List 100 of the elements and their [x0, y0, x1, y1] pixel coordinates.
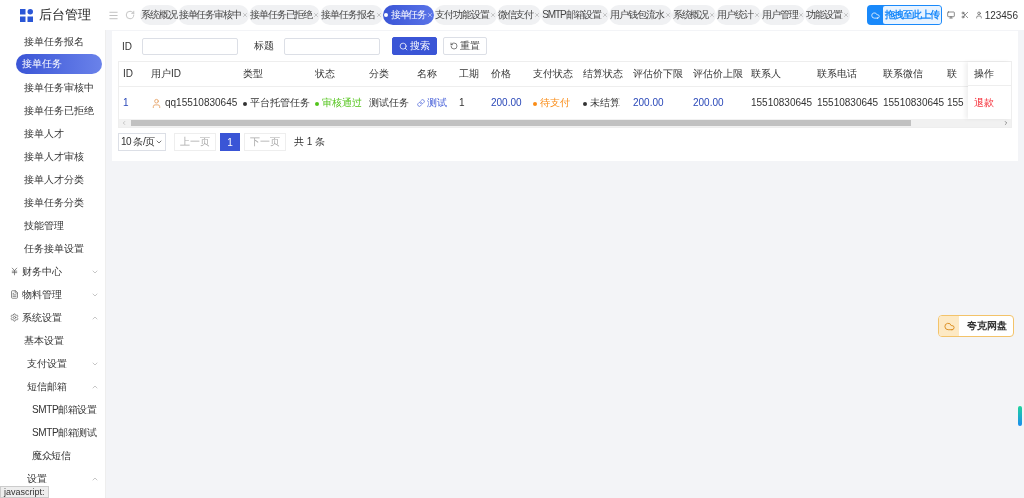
sidebar-item[interactable]: 接单任务已拒绝 [0, 99, 105, 122]
status-bar-text: javascript: [0, 486, 49, 498]
search-icon [399, 41, 408, 51]
column-header: 类型 [239, 62, 311, 86]
scissors-icon[interactable] [960, 11, 969, 19]
tab[interactable]: 接单任务 [382, 5, 435, 25]
tab[interactable]: 支付功能设置 [434, 5, 497, 25]
close-icon[interactable] [534, 12, 541, 18]
column-header: 状态 [311, 62, 365, 86]
column-header: 支付状态 [529, 62, 579, 86]
avatar-icon [151, 97, 162, 109]
tab[interactable]: 用户管理 [760, 5, 806, 25]
page-button[interactable]: 1 [220, 133, 240, 151]
reset-icon [450, 42, 458, 50]
tab[interactable]: 微信支付 [496, 5, 542, 25]
sidebar-item[interactable]: 接单人才审核 [0, 145, 105, 168]
close-icon[interactable] [427, 12, 434, 18]
column-header: 名称 [413, 62, 455, 86]
column-header: 评估价上限 [689, 62, 747, 86]
filter-label: ID [122, 40, 132, 52]
close-icon[interactable] [843, 12, 850, 18]
column-header: 价格 [487, 62, 529, 86]
type-text: 平台托管任务 [250, 96, 310, 108]
user-id-text: qq15510830645 [165, 96, 238, 108]
sidebar-item[interactable]: SMTP邮箱设置 [0, 398, 105, 421]
pay-status-text: 待支付 [540, 96, 570, 108]
column-header: 联系微信 [879, 62, 943, 86]
document-icon [10, 290, 19, 299]
link-icon [417, 98, 425, 107]
scroll-left-icon[interactable] [121, 120, 127, 126]
sidebar-item[interactable]: 接单人才分类 [0, 168, 105, 191]
close-icon[interactable] [664, 12, 671, 18]
table-cell: 200.00 [689, 86, 747, 119]
sidebar-item[interactable]: 接单任务审核中 [0, 76, 105, 99]
tab[interactable]: 系统概况 [671, 5, 717, 25]
sidebar-item[interactable]: 技能管理 [0, 214, 105, 237]
sidebar-item[interactable]: 接单任务报名 [0, 30, 105, 53]
sidebar-item[interactable]: 接单任务 [16, 54, 102, 74]
floating-widget[interactable]: 夸克网盘 [938, 315, 1014, 337]
menu-icon[interactable] [108, 9, 119, 21]
user-icon [974, 11, 983, 19]
logo-icon [20, 8, 33, 22]
filter-input[interactable] [142, 37, 238, 55]
column-header: 联系人 [747, 62, 813, 86]
close-icon[interactable] [313, 12, 320, 18]
tab[interactable]: SMTP邮箱设置 [541, 5, 610, 25]
scrollbar-thumb[interactable] [131, 120, 911, 126]
close-icon[interactable] [375, 12, 382, 18]
sidebar-group[interactable]: 系统设置 [0, 306, 105, 329]
scroll-right-icon[interactable] [1003, 120, 1009, 126]
tab[interactable]: 接单任务审核中 [177, 5, 249, 25]
status-text: 审核通过 [322, 96, 362, 108]
column-header: 联系电话 [813, 62, 879, 86]
sidebar-item[interactable]: 接单人才 [0, 122, 105, 145]
table-cell: 15510830645 [813, 86, 879, 119]
tab[interactable]: 接单任务已拒绝 [248, 5, 321, 25]
close-icon[interactable] [709, 12, 716, 18]
sidebar-group[interactable]: 支付设置 [0, 352, 105, 375]
chevron-icon [155, 138, 163, 146]
monitor-icon[interactable] [946, 11, 955, 19]
table-cell: 测试任务 [365, 86, 413, 119]
table-cell: 200.00 [629, 86, 689, 119]
tab[interactable]: 用户钱包流水 [609, 5, 672, 25]
close-icon[interactable] [489, 12, 496, 18]
task-link[interactable]: 测试 [417, 95, 447, 110]
table-cell: 1 [455, 86, 487, 119]
tab[interactable]: 功能设置 [805, 5, 851, 25]
user-name[interactable]: 123456 [984, 9, 1018, 21]
tab[interactable]: 用户统计 [716, 5, 761, 25]
sidebar-item[interactable]: 任务接单设置 [0, 237, 105, 260]
column-header: 分类 [365, 62, 413, 86]
sidebar-group[interactable]: 财务中心 [0, 260, 105, 283]
page-size-select[interactable]: 10 条/页 [118, 133, 166, 151]
search-button[interactable]: 搜索 [392, 37, 437, 55]
table-cell: 1 [119, 86, 147, 119]
filter-input[interactable] [284, 37, 380, 55]
sidebar-group[interactable]: 物料管理 [0, 283, 105, 306]
column-header: 用户ID [147, 62, 239, 86]
sidebar-item[interactable]: 接单任务分类 [0, 191, 105, 214]
close-icon[interactable] [602, 12, 609, 18]
sidebar-item[interactable]: 魔众短信 [0, 444, 105, 467]
yen-icon [10, 267, 19, 276]
filter-label: 标题 [254, 39, 274, 53]
column-header: 工期 [455, 62, 487, 86]
refund-link[interactable]: 退款 [968, 86, 1011, 119]
sidebar-item[interactable]: 基本设置 [0, 329, 105, 352]
reset-button[interactable]: 重置 [443, 37, 487, 55]
sidebar-group[interactable]: 短信邮箱 [0, 375, 105, 398]
column-header: ID [119, 62, 147, 86]
refresh-icon[interactable] [125, 10, 135, 20]
column-header: 评估价下限 [629, 62, 689, 86]
tab[interactable]: 接单任务报名 [320, 5, 383, 25]
side-handle[interactable] [1018, 406, 1022, 426]
sidebar-item[interactable]: SMTP邮箱测试 [0, 421, 105, 444]
tab[interactable]: 系统概况 [140, 5, 178, 25]
close-icon[interactable] [241, 12, 248, 18]
table-cell: 15510830645 [879, 86, 943, 119]
close-icon[interactable] [798, 12, 805, 18]
close-icon[interactable] [753, 12, 760, 18]
total-count: 共 1 条 [294, 135, 326, 149]
